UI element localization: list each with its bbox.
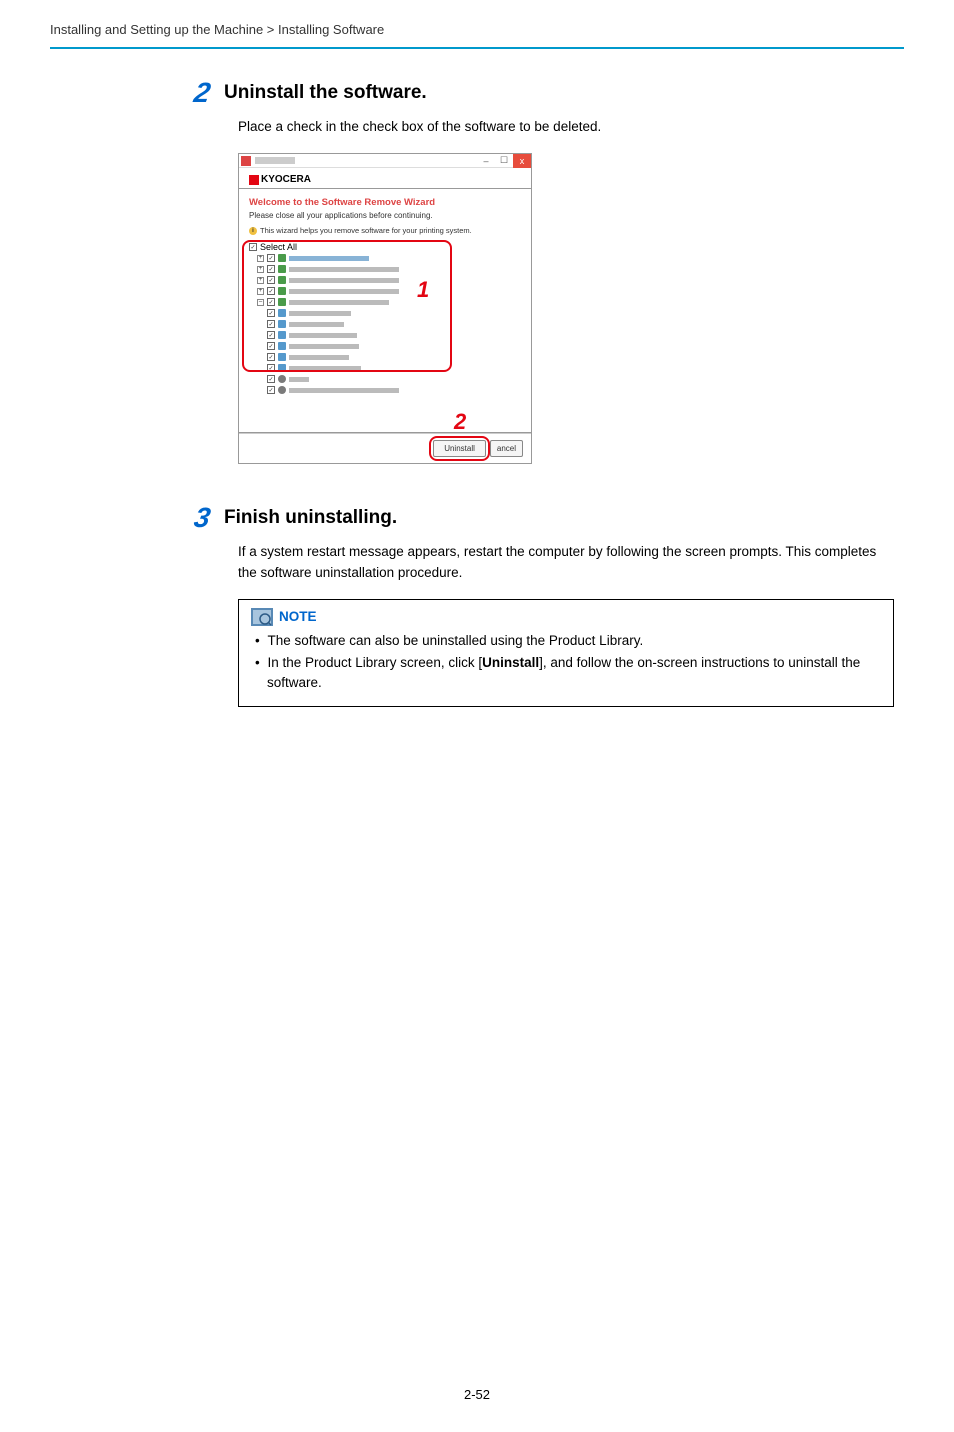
driver-icon bbox=[278, 254, 286, 262]
note-bullet-1: The software can also be uninstalled usi… bbox=[255, 631, 881, 651]
file-icon bbox=[278, 342, 286, 350]
wizard-brand-logo: KYOCERA bbox=[239, 168, 531, 188]
note-bullet-2: In the Product Library screen, click [Un… bbox=[255, 653, 881, 694]
tree-row[interactable]: ✓ bbox=[249, 308, 521, 318]
wizard-info-text: i This wizard helps you remove software … bbox=[239, 224, 531, 239]
software-tree: ✓ Select All + ✓ + ✓ + ✓ bbox=[239, 239, 531, 406]
checkbox-icon[interactable]: ✓ bbox=[267, 254, 275, 262]
window-app-icon bbox=[241, 156, 251, 166]
checkbox-icon[interactable]: ✓ bbox=[267, 386, 275, 394]
callout-number-2: 2 bbox=[454, 409, 466, 435]
wizard-screenshot: – ☐ x KYOCERA Welcome to the Software Re… bbox=[238, 153, 894, 464]
driver-icon bbox=[278, 265, 286, 273]
blurred-item bbox=[289, 322, 344, 327]
driver-icon bbox=[278, 298, 286, 306]
file-icon bbox=[278, 320, 286, 328]
page-number: 2-52 bbox=[0, 1387, 954, 1432]
cancel-button[interactable]: ancel bbox=[490, 440, 523, 457]
wizard-subheading: Please close all your applications befor… bbox=[239, 211, 531, 224]
file-icon bbox=[278, 309, 286, 317]
checkbox-icon[interactable]: ✓ bbox=[267, 287, 275, 295]
tree-row[interactable]: ✓ bbox=[249, 319, 521, 329]
blurred-item bbox=[289, 267, 399, 272]
window-maximize-button[interactable]: ☐ bbox=[495, 154, 513, 168]
checkbox-icon[interactable]: ✓ bbox=[267, 342, 275, 350]
blurred-item bbox=[289, 278, 399, 283]
tree-row[interactable]: – ✓ bbox=[249, 297, 521, 307]
checkbox-icon[interactable]: ✓ bbox=[267, 364, 275, 372]
select-all-label: Select All bbox=[260, 242, 297, 252]
blurred-item bbox=[289, 289, 399, 294]
checkbox-icon[interactable]: ✓ bbox=[267, 320, 275, 328]
wizard-heading: Welcome to the Software Remove Wizard bbox=[239, 189, 531, 211]
checkbox-icon[interactable]: ✓ bbox=[249, 243, 257, 251]
file-icon bbox=[278, 353, 286, 361]
tree-row[interactable]: ✓ bbox=[249, 385, 521, 395]
checkbox-icon[interactable]: ✓ bbox=[267, 265, 275, 273]
tree-row[interactable]: + ✓ bbox=[249, 253, 521, 263]
tool-icon bbox=[278, 386, 286, 394]
tree-row-select-all[interactable]: ✓ Select All bbox=[249, 242, 521, 252]
blurred-item bbox=[289, 377, 309, 382]
step-body-2: Place a check in the check box of the so… bbox=[238, 117, 894, 137]
driver-icon bbox=[278, 276, 286, 284]
step-body-3: If a system restart message appears, res… bbox=[238, 542, 894, 583]
expand-icon[interactable]: + bbox=[257, 288, 264, 295]
checkbox-icon[interactable]: ✓ bbox=[267, 353, 275, 361]
expand-icon[interactable]: – bbox=[257, 299, 264, 306]
wizard-footer: Uninstall ancel bbox=[239, 433, 531, 463]
checkbox-icon[interactable]: ✓ bbox=[267, 331, 275, 339]
window-titlebar: – ☐ x bbox=[239, 154, 531, 168]
step-title-2: Uninstall the software. bbox=[224, 79, 427, 104]
file-icon bbox=[278, 364, 286, 372]
note-block: NOTE The software can also be uninstalle… bbox=[238, 599, 894, 707]
tree-row[interactable]: ✓ bbox=[249, 341, 521, 351]
note-icon bbox=[251, 608, 273, 626]
blurred-item bbox=[289, 366, 361, 371]
page-breadcrumb: Installing and Setting up the Machine > … bbox=[0, 0, 954, 47]
step-number-2: 2 bbox=[182, 79, 227, 107]
blurred-item bbox=[289, 355, 349, 360]
kyocera-logo-icon bbox=[249, 175, 259, 185]
tree-row[interactable]: ✓ bbox=[249, 352, 521, 362]
tree-row[interactable]: ✓ bbox=[249, 363, 521, 373]
tree-row[interactable]: + ✓ bbox=[249, 286, 521, 296]
blurred-item bbox=[289, 333, 357, 338]
checkbox-icon[interactable]: ✓ bbox=[267, 298, 275, 306]
step-number-3: 3 bbox=[182, 504, 227, 532]
blurred-item bbox=[289, 300, 389, 305]
window-title-blurred bbox=[255, 157, 295, 164]
driver-icon bbox=[278, 287, 286, 295]
blurred-item bbox=[289, 344, 359, 349]
checkbox-icon[interactable]: ✓ bbox=[267, 309, 275, 317]
blurred-item bbox=[289, 388, 399, 393]
expand-icon[interactable]: + bbox=[257, 255, 264, 262]
blurred-item bbox=[289, 311, 351, 316]
expand-icon[interactable]: + bbox=[257, 277, 264, 284]
window-minimize-button[interactable]: – bbox=[477, 154, 495, 168]
blurred-item bbox=[289, 256, 369, 261]
callout-number-1: 1 bbox=[417, 277, 429, 303]
note-title: NOTE bbox=[279, 609, 317, 624]
tree-row[interactable]: + ✓ bbox=[249, 275, 521, 285]
info-icon: i bbox=[249, 227, 257, 235]
checkbox-icon[interactable]: ✓ bbox=[267, 375, 275, 383]
step-title-3: Finish uninstalling. bbox=[224, 504, 397, 529]
file-icon bbox=[278, 331, 286, 339]
checkbox-icon[interactable]: ✓ bbox=[267, 276, 275, 284]
header-divider bbox=[50, 47, 904, 49]
tree-row[interactable]: + ✓ bbox=[249, 264, 521, 274]
tool-icon bbox=[278, 375, 286, 383]
tree-row[interactable]: ✓ bbox=[249, 330, 521, 340]
uninstall-button[interactable]: Uninstall bbox=[433, 440, 486, 457]
expand-icon[interactable]: + bbox=[257, 266, 264, 273]
tree-row[interactable]: ✓ bbox=[249, 374, 521, 384]
window-close-button[interactable]: x bbox=[513, 154, 531, 168]
